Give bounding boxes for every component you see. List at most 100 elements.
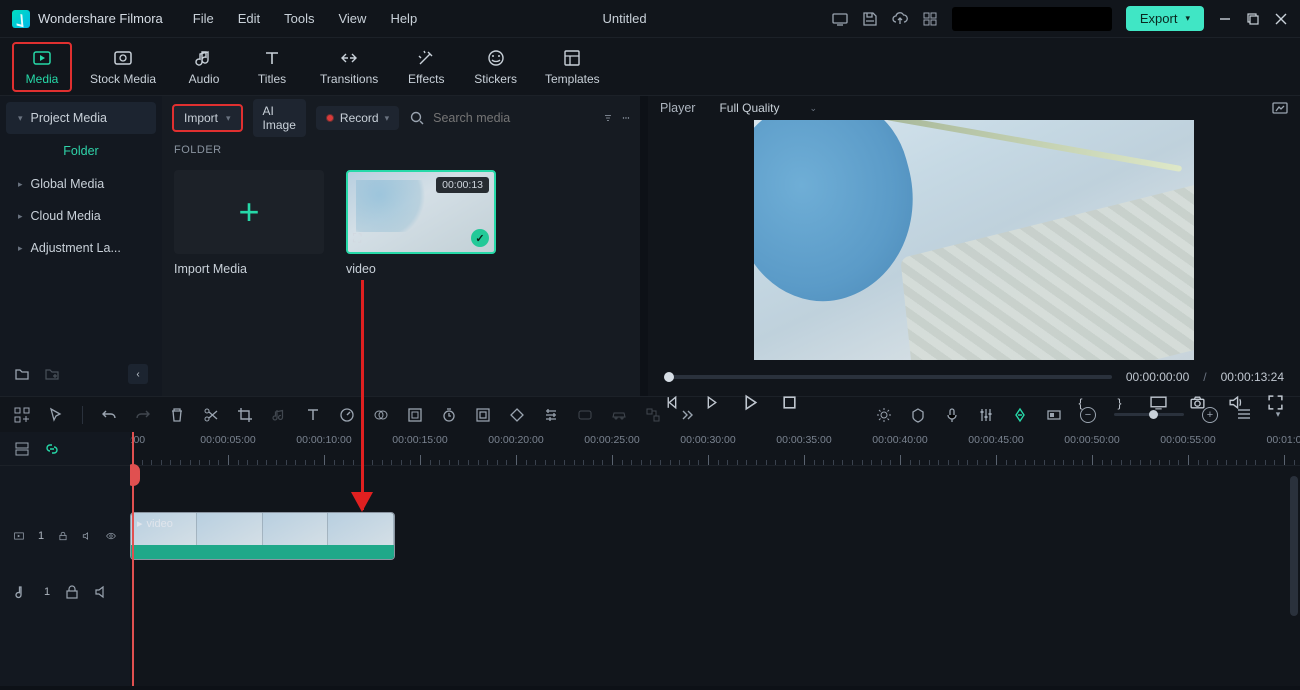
zoom-in-button[interactable]: + xyxy=(1202,407,1218,423)
timeline-view-icon[interactable] xyxy=(1236,407,1252,423)
adjust-icon[interactable] xyxy=(543,407,559,423)
new-folder-icon[interactable] xyxy=(14,366,30,382)
menu-tools[interactable]: Tools xyxy=(284,11,314,26)
mute-icon[interactable] xyxy=(82,528,92,544)
mixer-icon[interactable] xyxy=(978,407,994,423)
timer-icon[interactable] xyxy=(441,407,457,423)
collapse-sidebar-button[interactable]: ‹ xyxy=(128,364,148,384)
cloud-upload-icon[interactable] xyxy=(892,11,908,27)
sidebar-project-media[interactable]: ▾Project Media xyxy=(6,102,156,134)
menu-help[interactable]: Help xyxy=(390,11,417,26)
tab-media[interactable]: Media xyxy=(12,42,72,92)
keyframe-icon[interactable] xyxy=(475,407,491,423)
video-track-header[interactable]: 1 xyxy=(0,508,130,564)
tab-stickers[interactable]: Stickers xyxy=(464,44,527,90)
apps-grid-icon[interactable] xyxy=(922,11,938,27)
account-area[interactable] xyxy=(952,7,1112,31)
search-input[interactable] xyxy=(433,111,594,125)
zoom-slider[interactable] xyxy=(1114,413,1184,416)
ratio-icon[interactable] xyxy=(1046,407,1062,423)
timeline-layers-icon[interactable] xyxy=(14,441,30,457)
brightness-icon[interactable] xyxy=(876,407,892,423)
visibility-icon[interactable] xyxy=(106,528,116,544)
tab-label: Media xyxy=(26,72,59,86)
vehicle-icon[interactable] xyxy=(611,407,627,423)
sidebar-adjustment-layer[interactable]: ▸Adjustment La... xyxy=(6,232,156,264)
playhead[interactable] xyxy=(132,432,134,686)
audio-detach-icon[interactable] xyxy=(271,407,287,423)
green-screen-icon[interactable] xyxy=(407,407,423,423)
effects-chain-icon[interactable] xyxy=(645,407,661,423)
redo-icon[interactable] xyxy=(135,407,151,423)
mask-icon[interactable] xyxy=(577,407,593,423)
display-mode-icon[interactable] xyxy=(1150,394,1167,411)
media-clip-tile[interactable]: 00:00:13 ⛶ ✓ video xyxy=(346,170,496,276)
mark-out-button[interactable]: } xyxy=(1111,394,1128,411)
voiceover-icon[interactable] xyxy=(944,407,960,423)
audio-track-header[interactable]: 1 xyxy=(0,564,130,620)
seek-bar[interactable] xyxy=(664,375,1112,379)
tab-transitions[interactable]: Transitions xyxy=(310,44,388,90)
sidebar-cloud-media[interactable]: ▸Cloud Media xyxy=(6,200,156,232)
tab-titles[interactable]: Titles xyxy=(242,44,302,90)
stickers-icon xyxy=(486,48,506,68)
speed-icon[interactable] xyxy=(339,407,355,423)
magnetic-icon[interactable] xyxy=(1012,407,1028,423)
snapshot-icon[interactable] xyxy=(1272,100,1288,116)
tab-stock-media[interactable]: Stock Media xyxy=(80,44,166,90)
marker-icon[interactable] xyxy=(910,407,926,423)
menu-view[interactable]: View xyxy=(338,11,366,26)
zoom-out-button[interactable]: − xyxy=(1080,407,1096,423)
select-tool-icon[interactable] xyxy=(48,407,64,423)
tab-label: Transitions xyxy=(320,72,378,86)
window-close-button[interactable] xyxy=(1274,12,1288,26)
timeline-options-icon[interactable]: ▾ xyxy=(1270,407,1286,423)
audio-track-lane[interactable] xyxy=(130,564,1300,620)
preview-canvas[interactable] xyxy=(660,116,1288,364)
mute-icon[interactable] xyxy=(94,584,110,600)
delete-icon[interactable] xyxy=(169,407,185,423)
lock-icon[interactable] xyxy=(58,528,68,544)
import-media-tile[interactable]: + Import Media xyxy=(174,170,324,276)
ai-image-button[interactable]: AI Image xyxy=(253,99,306,137)
motion-track-icon[interactable] xyxy=(509,407,525,423)
play-backward-button[interactable] xyxy=(703,394,720,411)
sidebar-global-media[interactable]: ▸Global Media xyxy=(6,168,156,200)
more-tools-icon[interactable] xyxy=(679,407,695,423)
tab-templates[interactable]: Templates xyxy=(535,44,610,90)
export-button[interactable]: Export▾ xyxy=(1126,6,1204,31)
timeline-clip[interactable]: ▸video xyxy=(130,512,395,560)
timeline-ruler[interactable]: 00:0000:00:05:0000:00:10:0000:00:15:0000… xyxy=(130,432,1300,466)
sidebar-folder[interactable]: Folder xyxy=(6,134,156,168)
color-match-icon[interactable] xyxy=(373,407,389,423)
import-button[interactable]: Import▾ xyxy=(172,104,243,132)
play-button[interactable] xyxy=(742,394,759,411)
menu-file[interactable]: File xyxy=(193,11,214,26)
device-icon[interactable] xyxy=(832,11,848,27)
check-icon: ✓ xyxy=(471,229,489,247)
new-bin-icon[interactable] xyxy=(44,366,60,382)
sidebar-label: Folder xyxy=(63,144,98,158)
quality-dropdown[interactable]: Full Quality⌄ xyxy=(719,101,817,115)
ruler-label: 00:00:45:00 xyxy=(968,434,1023,446)
window-maximize-button[interactable] xyxy=(1246,12,1260,26)
timeline-tracks-area[interactable]: 00:0000:00:05:0000:00:10:0000:00:15:0000… xyxy=(130,432,1300,686)
filter-icon[interactable] xyxy=(604,110,612,126)
video-track-lane[interactable]: ▸video xyxy=(130,508,1300,564)
window-minimize-button[interactable] xyxy=(1218,12,1232,26)
tab-audio[interactable]: Audio xyxy=(174,44,234,90)
lock-icon[interactable] xyxy=(64,584,80,600)
menu-edit[interactable]: Edit xyxy=(238,11,260,26)
add-track-icon[interactable] xyxy=(14,407,30,423)
link-icon[interactable] xyxy=(44,441,60,457)
text-tool-icon[interactable] xyxy=(305,407,321,423)
split-icon[interactable] xyxy=(203,407,219,423)
vertical-scrollbar[interactable] xyxy=(1290,476,1298,616)
crop-icon[interactable] xyxy=(237,407,253,423)
tab-effects[interactable]: Effects xyxy=(396,44,456,90)
stop-button[interactable] xyxy=(781,394,798,411)
save-icon[interactable] xyxy=(862,11,878,27)
more-options-icon[interactable] xyxy=(622,110,630,126)
undo-icon[interactable] xyxy=(101,407,117,423)
record-button[interactable]: Record▾ xyxy=(316,106,399,130)
